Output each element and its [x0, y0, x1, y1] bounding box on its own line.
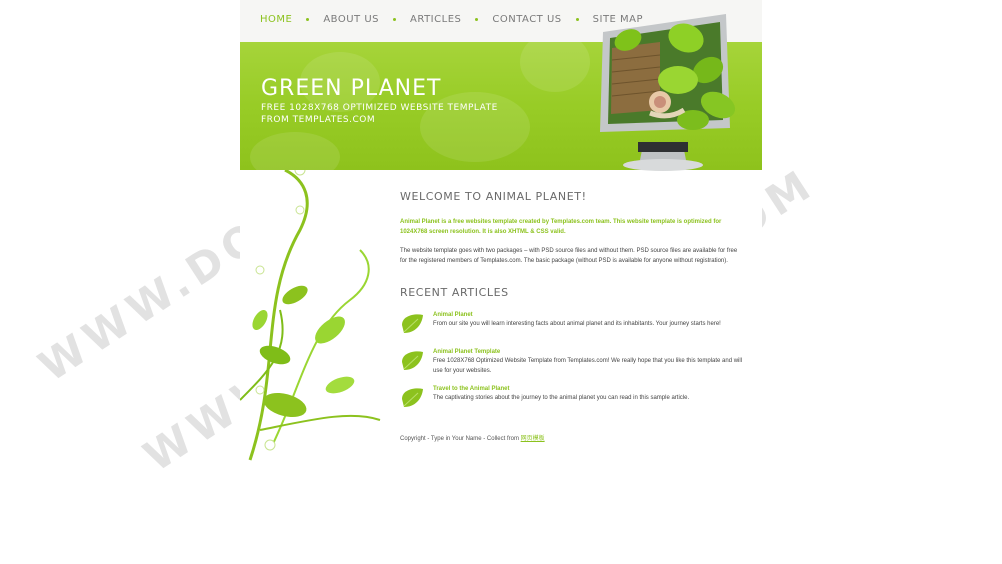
leaf-icon: [402, 388, 423, 407]
footer: Copyright - Type in Your Name - Collect …: [400, 433, 745, 442]
monitor-illustration: [600, 14, 736, 171]
article-title-link[interactable]: Travel to the Animal Planet: [433, 385, 745, 394]
nav-separator-dot: [393, 18, 397, 21]
nav-home[interactable]: HOME: [260, 14, 292, 25]
article-item: Animal Planet Template Free 1028X768 Opt…: [400, 348, 745, 385]
recent-articles-heading: RECENT ARTICLES: [400, 286, 509, 299]
welcome-text: The website template goes with two packa…: [400, 248, 738, 264]
page: HOME ABOUT US ARTICLES CONTACT US SITE M…: [240, 0, 762, 564]
footer-link[interactable]: 网页模板: [521, 436, 545, 442]
main-content: WELCOME TO ANIMAL PLANET! Animal Planet …: [400, 182, 745, 442]
nav-separator-dot: [575, 18, 579, 21]
copyright-text: Copyright - Type in Your Name - Collect …: [400, 436, 521, 442]
site-title: GREEN PLANET: [261, 76, 442, 101]
article-summary: From our site you will learn interesting…: [433, 321, 721, 327]
article-item: Travel to the Animal Planet The captivat…: [400, 385, 745, 422]
nav-about-us[interactable]: ABOUT US: [323, 14, 379, 25]
article-summary: Free 1028X768 Optimized Website Template…: [433, 358, 743, 374]
site-subtitle: FREE 1028X768 OPTIMIZED WEBSITE TEMPLATE…: [261, 103, 498, 125]
article-summary: The captivating stories about the journe…: [433, 395, 690, 401]
leaf-icon: [402, 314, 423, 333]
welcome-heading: WELCOME TO ANIMAL PLANET!: [400, 190, 587, 203]
nav-contact-us[interactable]: CONTACT US: [492, 14, 561, 25]
article-item: Animal Planet From our site you will lea…: [400, 311, 745, 348]
nav-separator-dot: [306, 18, 310, 21]
welcome-intro: Animal Planet is a free websites templat…: [400, 219, 722, 235]
nav-separator-dot: [475, 18, 479, 21]
leaf-icon: [402, 351, 423, 370]
vine-decoration: [240, 170, 381, 461]
article-title-link[interactable]: Animal Planet: [433, 311, 745, 320]
article-title-link[interactable]: Animal Planet Template: [433, 348, 745, 357]
nav-articles[interactable]: ARTICLES: [410, 14, 461, 25]
